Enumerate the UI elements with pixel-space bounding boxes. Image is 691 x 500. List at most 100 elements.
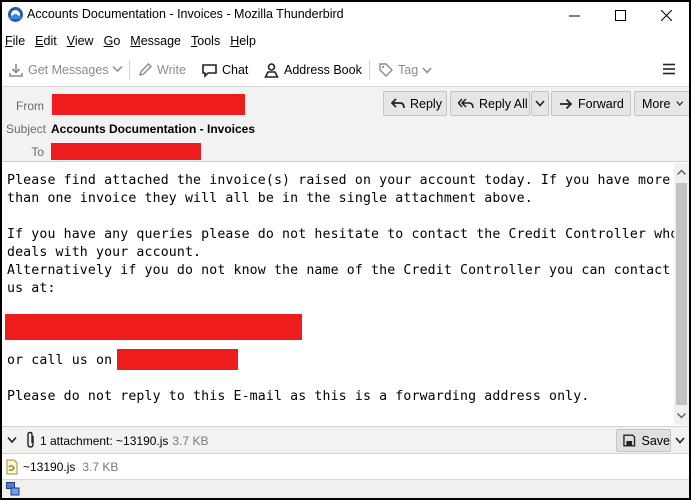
menu-label: essage — [140, 34, 182, 48]
body-line: deals with your account. — [7, 245, 202, 260]
chat-bubble-icon — [202, 64, 217, 78]
reply-all-icon — [458, 98, 474, 109]
reply-icon — [391, 98, 405, 109]
body-line: Please find attached the invoice(s) rais… — [7, 173, 671, 188]
toolbar-separator — [369, 60, 370, 80]
menu-accesskey: F — [5, 34, 13, 48]
forward-label: Forward — [578, 96, 624, 111]
attachment-summary-size: 3.7 KB — [172, 434, 209, 448]
reply-all-dropdown[interactable] — [531, 91, 549, 116]
from-redaction — [52, 94, 245, 115]
title-bar: Accounts Documentation - Invoices - Mozi… — [2, 2, 689, 28]
menu-accesskey: E — [35, 34, 44, 48]
script-file-icon — [6, 459, 18, 475]
save-icon — [623, 434, 636, 447]
menu-accesskey: H — [230, 34, 240, 48]
from-label: From — [16, 99, 44, 113]
menu-label: o — [113, 34, 121, 48]
chevron-down-icon — [422, 67, 432, 74]
body-line: Please do not reply to this E-mail as th… — [7, 389, 590, 404]
body-line: If you have any queries please do not he… — [7, 227, 679, 242]
attachment-item[interactable]: ~13190.js 3.7 KB — [5, 458, 118, 476]
menu-file[interactable]: File — [2, 34, 29, 48]
reply-all-label: Reply All — [479, 96, 528, 111]
to-label: To — [31, 145, 44, 159]
chevron-down-icon[interactable] — [7, 436, 17, 444]
write-label: Write — [157, 63, 186, 77]
menu-accesskey: M — [130, 34, 141, 48]
menu-view[interactable]: View — [64, 34, 98, 48]
phone-redaction — [117, 349, 238, 370]
address-book-icon — [264, 63, 279, 78]
address-book-label: Address Book — [284, 63, 362, 77]
status-bar — [2, 479, 689, 498]
get-messages-label: Get Messages — [28, 63, 109, 77]
menu-label: ile — [12, 34, 26, 48]
attachment-summary-label: 1 attachment: ~13190.js — [40, 434, 169, 448]
app-menu-icon[interactable] — [662, 62, 676, 76]
body-line: or call us on — [7, 353, 113, 368]
write-button[interactable]: Write — [137, 58, 186, 82]
menu-message[interactable]: Message — [127, 34, 185, 48]
menu-label: dit — [43, 34, 57, 48]
save-label: Save — [641, 433, 671, 448]
close-button[interactable] — [643, 2, 689, 28]
attachment-size: 3.7 KB — [82, 460, 119, 474]
minimize-icon — [568, 15, 580, 16]
menu-help[interactable]: Help — [227, 34, 260, 48]
menu-label: elp — [239, 34, 256, 48]
window-title: Accounts Documentation - Invoices - Mozi… — [27, 7, 344, 21]
menu-bar: File Edit View Go Message Tools Help — [2, 30, 263, 52]
subject-value: Accounts Documentation - Invoices — [51, 122, 256, 136]
menu-label: ools — [197, 34, 221, 48]
scroll-down-icon[interactable] — [677, 411, 686, 420]
to-redaction — [51, 143, 201, 160]
more-button[interactable]: More — [634, 91, 689, 116]
menu-accesskey: V — [66, 34, 75, 48]
message-body: Please find attached the invoice(s) rais… — [2, 163, 678, 425]
chat-label: Chat — [222, 63, 249, 77]
scrollbar-thumb[interactable] — [676, 183, 687, 405]
reply-label: Reply — [410, 96, 442, 111]
menu-tools[interactable]: Tools — [188, 34, 224, 48]
paperclip-icon — [27, 431, 34, 448]
chevron-down-icon[interactable] — [112, 65, 123, 73]
menu-edit[interactable]: Edit — [32, 34, 61, 48]
download-icon — [9, 64, 23, 77]
save-dropdown[interactable] — [671, 429, 689, 452]
email-redaction — [5, 314, 302, 340]
toolbar-separator — [129, 60, 130, 80]
save-button[interactable]: Save — [616, 429, 671, 452]
more-label: More — [642, 96, 671, 111]
body-line: us at: — [7, 281, 56, 296]
body-scrollbar[interactable] — [674, 163, 689, 425]
address-book-button[interactable]: Address Book — [263, 58, 362, 82]
body-line: Alternatively if you do not know the nam… — [7, 263, 671, 278]
subject-label: Subject — [5, 122, 46, 136]
attachment-summary[interactable]: 1 attachment: ~13190.js 3.7 KB — [40, 434, 208, 448]
minimize-button[interactable] — [551, 2, 597, 28]
chat-button[interactable]: Chat — [201, 58, 248, 82]
tag-button[interactable]: Tag — [378, 58, 436, 82]
scroll-up-icon[interactable] — [677, 168, 686, 177]
reply-all-button[interactable]: Reply All — [450, 91, 530, 116]
menu-label: iew — [74, 34, 94, 48]
message-header: From Subject Accounts Documentation - In… — [2, 86, 689, 162]
chevron-down-icon — [676, 101, 684, 106]
attachment-bar: 1 attachment: ~13190.js 3.7 KB Save — [2, 426, 689, 454]
forward-button[interactable]: Forward — [551, 91, 631, 116]
menu-go[interactable]: Go — [101, 34, 125, 48]
pencil-icon — [138, 63, 152, 77]
chevron-down-icon — [675, 437, 685, 444]
maximize-button[interactable] — [597, 2, 643, 28]
tag-icon — [379, 63, 393, 77]
body-line: than one invoice they will all be in the… — [7, 191, 533, 206]
thunderbird-window: Accounts Documentation - Invoices - Mozi… — [2, 2, 689, 498]
maximize-icon — [614, 9, 626, 21]
attachment-name: ~13190.js — [23, 460, 76, 474]
get-messages-button[interactable]: Get Messages — [8, 58, 109, 82]
reply-button[interactable]: Reply — [383, 91, 447, 116]
chevron-down-icon — [535, 100, 545, 107]
online-status-icon[interactable] — [6, 482, 20, 496]
main-toolbar: Get Messages Write Chat Address Book Tag — [2, 56, 689, 84]
